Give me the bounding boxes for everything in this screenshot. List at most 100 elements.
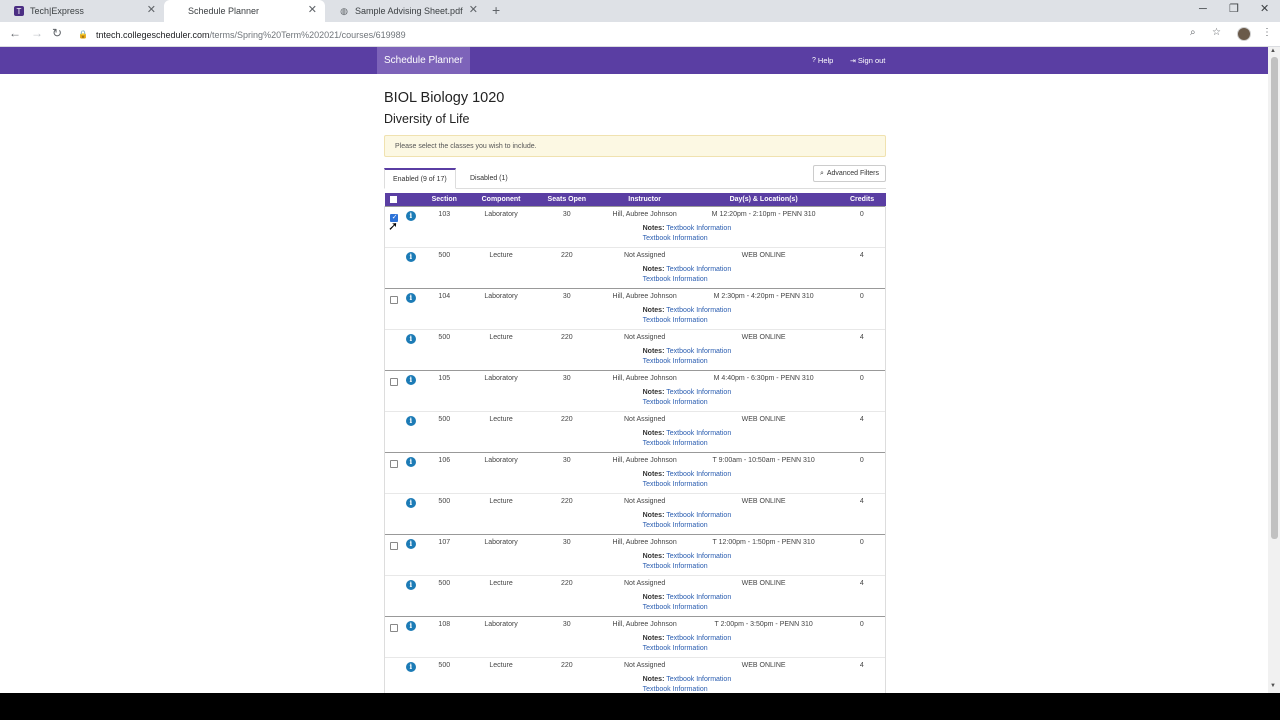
browser-tab-techexpress[interactable]: T Tech|Express ✕ — [0, 0, 164, 22]
days-location-value: T 12:00pm - 1:50pm - PENN 310 — [712, 538, 815, 546]
select-cell — [385, 493, 403, 534]
section-select-checkbox[interactable] — [389, 377, 398, 386]
info-icon[interactable]: i — [405, 333, 416, 344]
textbook-link[interactable]: Textbook Information — [643, 604, 708, 611]
restore-icon[interactable]: ❐ — [1229, 3, 1239, 15]
textbook-link[interactable]: Textbook Information — [643, 481, 708, 488]
notes-block: Notes: Textbook Information Textbook Info… — [601, 265, 839, 286]
new-tab-icon[interactable]: + — [492, 3, 500, 17]
days-location-value: T 2:00pm - 3:50pm - PENN 310 — [714, 620, 813, 628]
help-label: Help — [817, 56, 834, 65]
days-location-value: WEB ONLINE — [741, 497, 786, 505]
credits-cell: 4 — [859, 661, 864, 669]
textbook-link[interactable]: Textbook Information — [643, 399, 708, 406]
textbook-link[interactable]: Textbook Information — [666, 389, 731, 396]
section-select-checkbox[interactable] — [389, 623, 398, 632]
info-icon[interactable]: i — [405, 210, 416, 221]
section-select-checkbox[interactable] — [389, 295, 398, 304]
textbook-link[interactable]: Textbook Information — [666, 307, 731, 314]
info-icon[interactable]: i — [405, 579, 416, 590]
textbook-link[interactable]: Textbook Information — [666, 635, 731, 642]
browser-tab-schedule-planner[interactable]: Schedule Planner ✕ — [164, 0, 325, 22]
details-cell: Not Assigned WEB ONLINE Notes: Textbook In… — [601, 575, 839, 616]
textbook-link[interactable]: Textbook Information — [643, 317, 708, 324]
section-cell: 500 — [438, 661, 451, 669]
textbook-link[interactable]: Textbook Information — [666, 512, 731, 519]
zoom-icon[interactable]: ⌕ — [1190, 28, 1196, 38]
days-location-value: WEB ONLINE — [741, 661, 786, 669]
info-icon[interactable]: i — [405, 456, 416, 467]
header-instructor: Instructor — [628, 195, 661, 203]
reload-icon[interactable]: ↻ — [52, 27, 62, 39]
textbook-link[interactable]: Textbook Information — [643, 358, 708, 365]
select-all-cell — [385, 193, 403, 206]
textbook-link[interactable]: Textbook Information — [643, 440, 708, 447]
credits-cell: 4 — [859, 415, 864, 423]
brand-link[interactable]: Schedule Planner — [377, 47, 470, 74]
textbook-link[interactable]: Textbook Information — [666, 348, 731, 355]
textbook-link[interactable]: Textbook Information — [666, 266, 731, 273]
textbook-link[interactable]: Textbook Information — [666, 594, 731, 601]
info-icon[interactable]: i — [405, 251, 416, 262]
sign-out-link[interactable]: ⇥ Sign out — [850, 47, 885, 74]
back-arrow-icon[interactable]: ← — [9, 27, 21, 39]
instructor-value: Not Assigned — [624, 251, 666, 259]
section-cell: 103 — [438, 210, 451, 218]
scrollbar-thumb[interactable] — [1271, 57, 1278, 539]
sign-out-icon: ⇥ — [850, 57, 856, 65]
textbook-link[interactable]: Textbook Information — [666, 471, 731, 478]
instructor-value: Hill, Aubree Johnson — [612, 210, 677, 218]
notes-label: Notes: — [642, 593, 665, 601]
close-tab-icon[interactable]: ✕ — [147, 5, 156, 16]
url-path: /terms/Spring%20Term%202021/courses/6199… — [209, 29, 406, 40]
section-cell: 500 — [438, 415, 451, 423]
info-icon[interactable]: i — [405, 374, 416, 385]
notes-label: Notes: — [642, 552, 665, 560]
scroll-up-icon[interactable]: ▲ — [1270, 48, 1276, 54]
info-icon[interactable]: i — [405, 415, 416, 426]
details-cell: Hill, Aubree Johnson M 2:30pm - 4:20pm - … — [601, 288, 839, 329]
textbook-link[interactable]: Textbook Information — [666, 430, 731, 437]
close-window-icon[interactable]: ✕ — [1260, 3, 1269, 15]
info-icon[interactable]: i — [405, 497, 416, 508]
bookmark-star-icon[interactable]: ☆ — [1212, 28, 1221, 38]
textbook-link[interactable]: Textbook Information — [643, 522, 708, 529]
info-icon[interactable]: i — [405, 292, 416, 303]
profile-avatar[interactable] — [1237, 27, 1251, 41]
menu-dots-icon[interactable]: ⋮ — [1262, 28, 1272, 38]
days-location-value: T 9:00am - 10:50am - PENN 310 — [712, 456, 815, 464]
scroll-down-icon[interactable]: ▼ — [1270, 683, 1276, 689]
section-select-checkbox[interactable] — [389, 459, 398, 468]
textbook-link[interactable]: Textbook Information — [666, 553, 731, 560]
close-tab-icon[interactable]: ✕ — [469, 5, 478, 16]
info-cell: i — [402, 657, 419, 698]
textbook-link[interactable]: Textbook Information — [643, 686, 708, 693]
course-title: BIOL Biology 1020 — [384, 90, 505, 106]
search-icon: ⌕ — [819, 169, 824, 177]
notes-label: Notes: — [642, 224, 665, 232]
advanced-filters-button[interactable]: ⌕ Advanced Filters — [812, 165, 886, 182]
address-bar[interactable]: 🔒 tntech.collegescheduler.com /terms/Spr… — [78, 26, 1206, 43]
tab-disabled[interactable]: Disabled (1) — [462, 168, 516, 189]
table-row: i 107 Laboratory 30 Hill, Aubree Johnson T 12… — [384, 534, 886, 575]
info-icon[interactable]: i — [405, 538, 416, 549]
textbook-link[interactable]: Textbook Information — [666, 225, 731, 232]
section-select-checkbox[interactable] — [389, 541, 398, 550]
notes-block: Notes: Textbook Information Textbook Info… — [601, 306, 839, 327]
header-section: Section — [431, 195, 457, 203]
notes-label: Notes: — [642, 347, 665, 355]
info-icon[interactable]: i — [405, 661, 416, 672]
minimize-icon[interactable]: ─ — [1199, 3, 1207, 15]
select-all-checkbox[interactable] — [389, 195, 397, 203]
textbook-link[interactable]: Textbook Information — [666, 676, 731, 683]
textbook-link[interactable]: Textbook Information — [643, 563, 708, 570]
browser-tab-advising-sheet[interactable]: ◍ Sample Advising Sheet.pdf ✕ — [325, 0, 486, 22]
textbook-link[interactable]: Textbook Information — [643, 276, 708, 283]
help-link[interactable]: ? Help — [812, 47, 833, 74]
textbook-link[interactable]: Textbook Information — [643, 645, 708, 652]
tab-enabled[interactable]: Enabled (9 of 17) — [384, 168, 456, 189]
textbook-link[interactable]: Textbook Information — [643, 235, 708, 242]
forward-arrow-icon[interactable]: → — [31, 27, 43, 39]
close-tab-icon[interactable]: ✕ — [308, 5, 317, 16]
info-icon[interactable]: i — [405, 620, 416, 631]
